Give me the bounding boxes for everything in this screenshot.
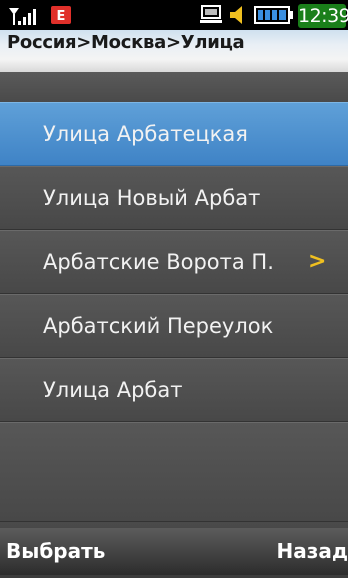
status-bar: E 12:39 (0, 0, 348, 30)
signal-icon (9, 8, 36, 25)
list-top-spacer (0, 72, 348, 103)
list-item-label: Улица Арбат (43, 378, 183, 402)
breadcrumb-text: Россия>Москва>Улица (7, 32, 245, 53)
list-item-label: Улица Новый Арбат (43, 186, 261, 210)
speaker-icon (230, 6, 242, 24)
clock: 12:39 (298, 4, 348, 28)
list-item[interactable]: Улица Арбатецкая (0, 102, 348, 166)
select-button[interactable]: Выбрать (6, 528, 105, 575)
envelope-icon: E (51, 6, 71, 24)
battery-icon (254, 6, 293, 24)
back-button[interactable]: Назад (276, 528, 348, 575)
list-item[interactable]: Улица Арбат (0, 358, 348, 422)
computer-icon (200, 5, 222, 23)
softkey-bar: Выбрать Назад (0, 528, 348, 575)
list-item[interactable]: Улица Новый Арбат (0, 166, 348, 230)
breadcrumb: Россия>Москва>Улица (0, 30, 348, 72)
list-item[interactable]: Арбатские Ворота П. > (0, 230, 348, 294)
street-list: Улица Арбатецкая Улица Новый Арбат Арбат… (0, 72, 348, 578)
list-empty-row (0, 422, 348, 522)
svg-text:E: E (57, 9, 66, 24)
chevron-right-icon: > (308, 249, 327, 274)
list-item-label: Арбатские Ворота П. (43, 250, 274, 274)
list-item-label: Улица Арбатецкая (43, 122, 248, 146)
list-item-label: Арбатский Переулок (43, 314, 274, 338)
list-item[interactable]: Арбатский Переулок (0, 294, 348, 358)
